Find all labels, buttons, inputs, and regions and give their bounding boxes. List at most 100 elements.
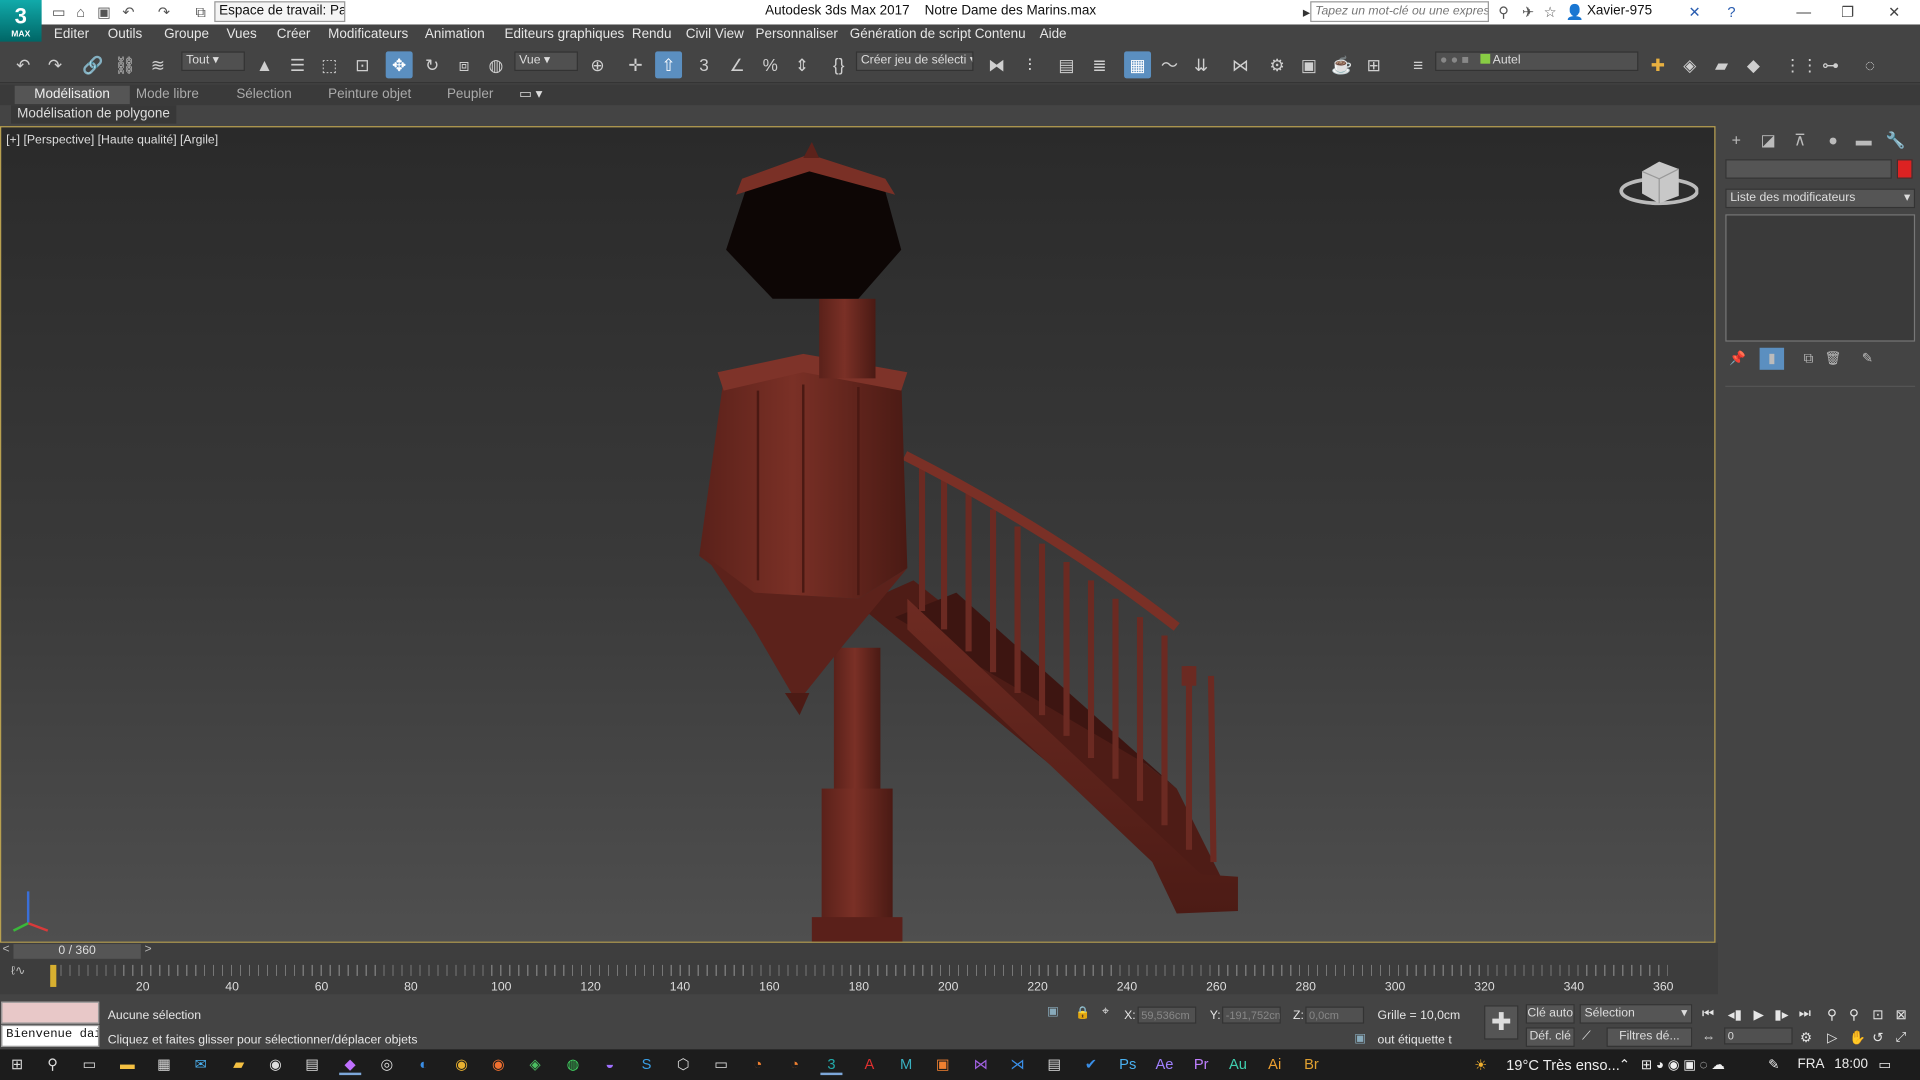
remove-modifier-icon[interactable]: 🗑 xyxy=(1821,348,1845,370)
key-mode-dropdown[interactable]: Sélection ▾ xyxy=(1579,1004,1693,1024)
select-rotate-icon[interactable]: ↻ xyxy=(419,51,446,78)
menu-item-contenu[interactable]: Contenu xyxy=(975,27,1026,42)
object-name-field[interactable] xyxy=(1725,159,1892,179)
undo-icon[interactable]: ↶ xyxy=(119,2,139,22)
time-slider-prev-icon[interactable]: < xyxy=(2,943,9,956)
app-green-icon[interactable]: ◈ xyxy=(524,1054,546,1075)
visual-studio-icon[interactable]: ⋈ xyxy=(970,1054,992,1075)
object-color-swatch[interactable] xyxy=(1896,159,1913,179)
pin-stack-icon[interactable]: 📌 xyxy=(1725,348,1749,370)
dashed-circle-icon[interactable]: ◌ xyxy=(1856,51,1883,78)
z-coordinate-field[interactable]: 0,0cm xyxy=(1305,1006,1365,1024)
menu-item-vues[interactable]: Vues xyxy=(227,27,257,42)
photoshop-icon[interactable]: Ps xyxy=(1117,1054,1139,1075)
firefox-browser-icon[interactable]: ◉ xyxy=(487,1054,509,1075)
selection-lock-icon[interactable]: 🔒 xyxy=(1075,1007,1090,1020)
go-to-start-icon[interactable]: ⏮ xyxy=(1702,1007,1714,1023)
zoom-extents-all-icon[interactable]: ⊠ xyxy=(1896,1007,1907,1023)
time-slider-next-icon[interactable]: > xyxy=(144,943,151,956)
link-icon[interactable]: 🔗 xyxy=(80,51,107,78)
default-in-out-tangents-icon[interactable]: ⟋ xyxy=(1582,1030,1591,1043)
curve-editor-mini-icon[interactable]: ℓ∿ xyxy=(11,965,25,978)
menu-item-civil-view[interactable]: Civil View xyxy=(686,27,744,42)
zoom-icon[interactable]: ⚲ xyxy=(1827,1007,1837,1023)
vpn-app-icon[interactable]: ◆ xyxy=(339,1054,362,1076)
frame-indicator[interactable]: 0 / 360 xyxy=(13,944,141,959)
menu-item-editer[interactable]: Editer xyxy=(54,27,89,42)
audition-icon[interactable]: Au xyxy=(1227,1054,1249,1075)
acrobat-icon[interactable]: A xyxy=(858,1054,880,1075)
spinner-snap-icon[interactable]: ⇕ xyxy=(789,51,816,78)
pen-icon[interactable]: ✎ xyxy=(1768,1057,1779,1073)
material-editor-icon[interactable]: ⋈ xyxy=(1227,51,1254,78)
align-icon[interactable]: ⫶ xyxy=(1016,51,1043,78)
media-player-icon[interactable]: ◉ xyxy=(264,1054,286,1075)
named-selection-dropdown[interactable]: Créer jeu de sélecti ▾ xyxy=(855,51,974,72)
bind-space-warp-icon[interactable]: ≋ xyxy=(144,51,171,78)
3d-app-icon[interactable]: ⬡ xyxy=(672,1054,694,1075)
layer-manager-icon[interactable]: ≡ xyxy=(1404,51,1431,78)
layer-properties-icon[interactable]: ◆ xyxy=(1740,51,1767,78)
open-file-icon[interactable]: ⌂ xyxy=(71,2,91,22)
illustrator-icon[interactable]: Ai xyxy=(1264,1054,1286,1075)
percent-snap-icon[interactable]: % xyxy=(757,51,784,78)
isolate-selection-icon[interactable]: ▣ xyxy=(1047,1005,1059,1018)
save-file-icon[interactable]: ▣ xyxy=(94,2,114,22)
x-coordinate-field[interactable]: 59,536cm xyxy=(1137,1006,1197,1024)
time-tag-label[interactable]: out étiquette t xyxy=(1378,1033,1452,1046)
manipulate-icon[interactable]: ✛ xyxy=(622,51,649,78)
binoculars-icon[interactable]: ⚲ xyxy=(1494,2,1514,22)
render-setup-icon[interactable]: ⚙ xyxy=(1264,51,1291,78)
curve-editor-icon[interactable]: 〜 xyxy=(1156,51,1183,78)
window-crossing-icon[interactable]: ⊡ xyxy=(349,51,376,78)
snap-toggle-icon[interactable]: 3 xyxy=(691,51,718,78)
select-place-icon[interactable]: ◍ xyxy=(482,51,509,78)
panel-polygon-modeling[interactable]: Modélisation de polygone xyxy=(11,105,177,124)
tab-peupler[interactable]: Peupler xyxy=(447,86,493,104)
show-end-result-icon[interactable]: ▮ xyxy=(1759,347,1785,370)
reference-coordinate-dropdown[interactable]: Vue ▾ xyxy=(514,51,578,72)
create-new-layer-icon[interactable]: ✚ xyxy=(1644,51,1671,78)
windows-start-icon[interactable]: ⊞ xyxy=(6,1054,28,1075)
language-indicator[interactable]: FRA xyxy=(1798,1057,1825,1072)
grid-icon[interactable]: ⋮⋮ xyxy=(1784,51,1818,78)
hierarchy-tab-icon[interactable]: ⊼ xyxy=(1788,130,1812,152)
layer-dropdown[interactable]: ● ● ■ Autel xyxy=(1435,51,1639,72)
toggle-ribbon-icon[interactable]: ▦ xyxy=(1124,51,1152,79)
field-of-view-icon[interactable]: ▷ xyxy=(1827,1030,1837,1046)
play-icon[interactable]: ▶ xyxy=(1753,1007,1763,1023)
set-key-big-icon[interactable]: ✚ xyxy=(1484,1005,1519,1040)
menu-item-personnaliser[interactable]: Personnaliser xyxy=(756,27,838,42)
favorites-star-icon[interactable]: ☆ xyxy=(1540,2,1560,22)
camera-app-icon[interactable]: ◎ xyxy=(376,1054,398,1075)
premiere-icon[interactable]: Pr xyxy=(1190,1054,1212,1075)
rendered-frame-window-icon[interactable]: ▣ xyxy=(1296,51,1323,78)
calculator-icon[interactable]: ▦ xyxy=(153,1054,175,1075)
maya-icon[interactable]: M xyxy=(895,1054,917,1075)
exchange-apps-icon[interactable]: ✕ xyxy=(1685,2,1705,22)
zoom-extents-icon[interactable]: ⊡ xyxy=(1872,1007,1883,1023)
next-frame-icon[interactable]: ▮▸ xyxy=(1774,1007,1788,1023)
search-icon[interactable]: ⚲ xyxy=(42,1054,64,1075)
absolute-mode-icon[interactable]: ⌖ xyxy=(1102,1005,1109,1018)
tab-selection[interactable]: Sélection xyxy=(236,86,291,104)
window-app-icon[interactable]: ▭ xyxy=(710,1054,732,1075)
time-configuration-icon[interactable]: ⚙ xyxy=(1800,1030,1812,1046)
angle-snap-icon[interactable]: ∠ xyxy=(724,51,751,78)
rectangular-selection-icon[interactable]: ⬚ xyxy=(316,51,343,78)
clock[interactable]: 18:00 xyxy=(1834,1057,1868,1072)
blender-alt-icon[interactable]: ◔ xyxy=(784,1054,806,1075)
maximize-viewport-icon[interactable]: ⤢ xyxy=(1896,1030,1907,1046)
sticky-notes-icon[interactable]: ▰ xyxy=(228,1054,250,1075)
todo-icon[interactable]: ✔ xyxy=(1080,1054,1102,1075)
communication-center-icon[interactable]: ✈ xyxy=(1518,2,1538,22)
menu-item-modificateurs[interactable]: Modificateurs xyxy=(328,27,408,42)
redo-icon[interactable]: ↷ xyxy=(42,51,69,78)
selection-filter-dropdown[interactable]: Tout ▾ xyxy=(181,51,245,72)
key-mode-toggle-icon[interactable]: ⇔ xyxy=(1702,1030,1715,1045)
after-effects-icon[interactable]: Ae xyxy=(1153,1054,1175,1075)
redo-icon[interactable]: ↷ xyxy=(154,2,174,22)
menu-item-outils[interactable]: Outils xyxy=(108,27,142,42)
y-coordinate-field[interactable]: -191,752cm xyxy=(1222,1006,1281,1024)
set-key-button[interactable]: Déf. clé xyxy=(1525,1027,1575,1047)
